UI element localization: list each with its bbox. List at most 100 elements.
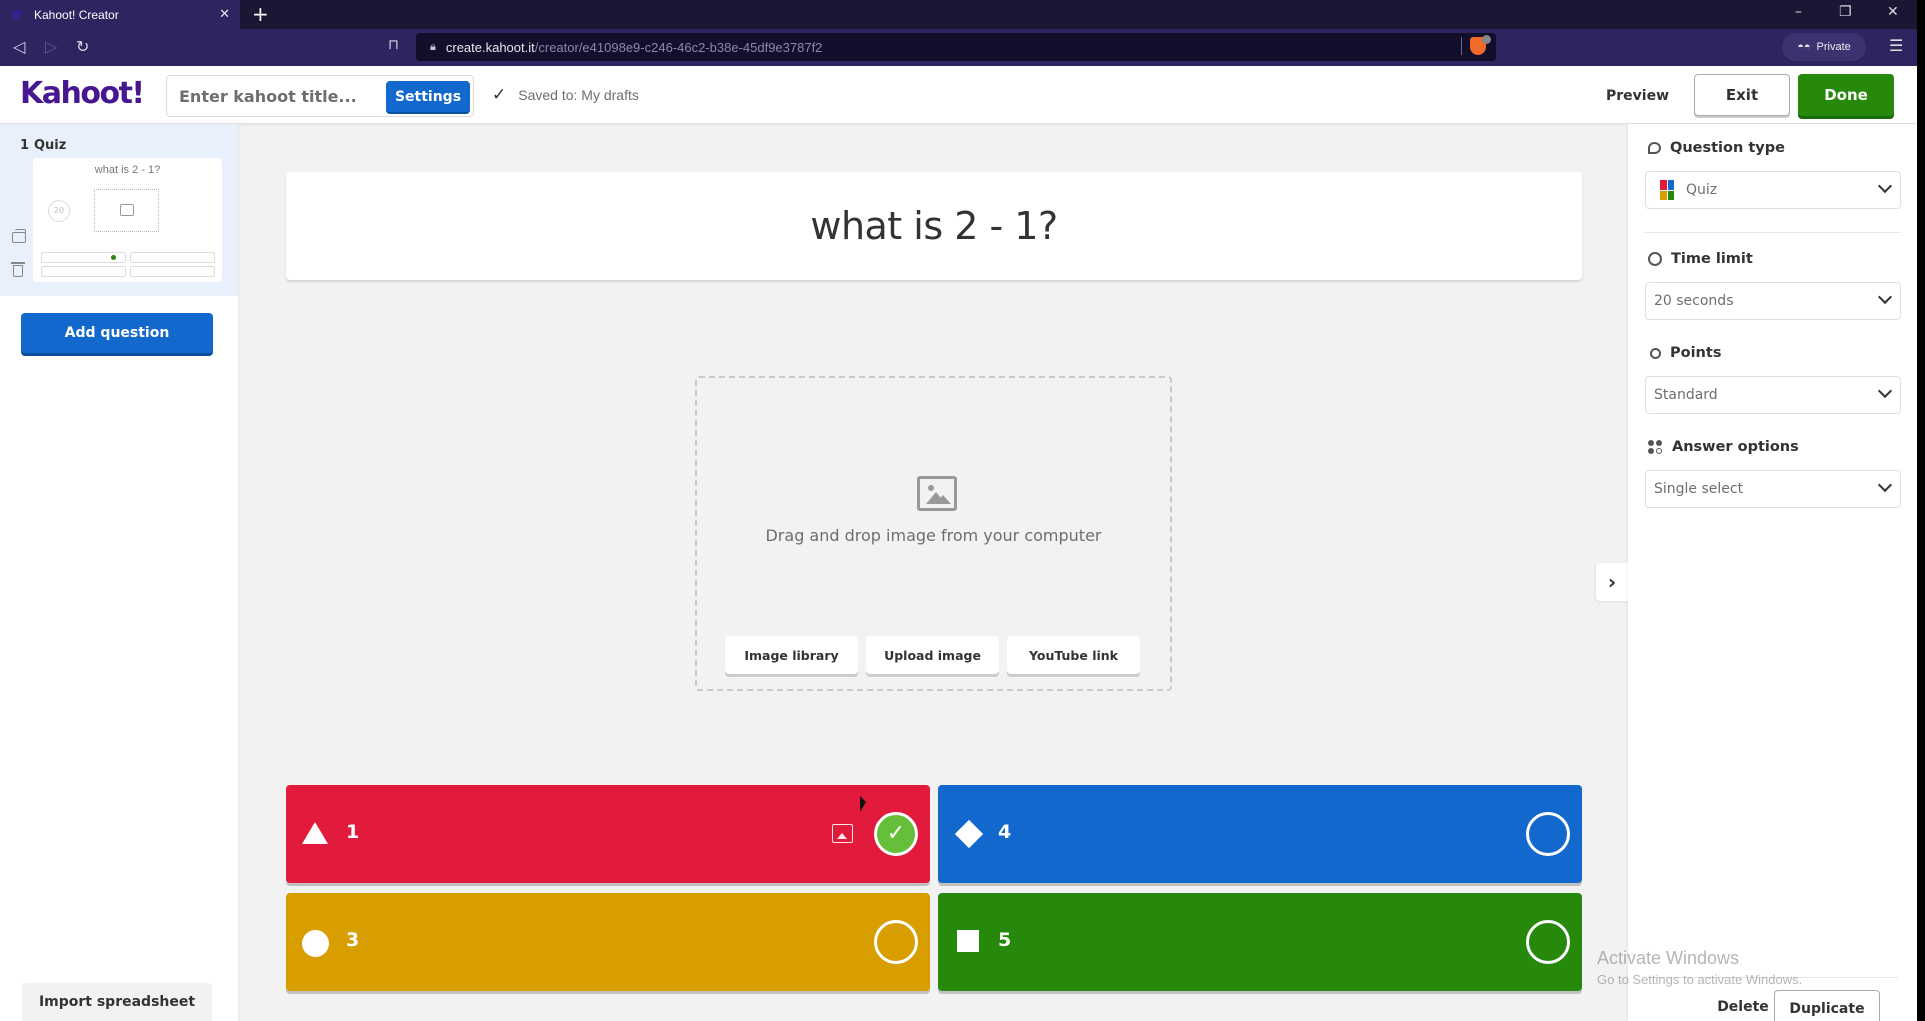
- divider: [1648, 977, 1898, 978]
- correct-answer-toggle[interactable]: ✓: [874, 812, 918, 856]
- label-text: Question type: [1670, 140, 1785, 156]
- selected-value: Single select: [1654, 481, 1744, 497]
- answer-text: 5: [998, 929, 1012, 951]
- shields-badge: [1482, 35, 1491, 44]
- answer-option-4[interactable]: 5: [938, 893, 1582, 991]
- check-icon: ✓: [492, 85, 507, 104]
- youtube-link-button[interactable]: YouTube link: [1007, 636, 1140, 674]
- collapse-panel-button[interactable]: ›: [1596, 563, 1628, 601]
- answer-options-select[interactable]: Single select: [1645, 470, 1901, 508]
- question-input[interactable]: [350, 204, 1518, 248]
- chevron-down-icon: [1877, 477, 1893, 493]
- chevron-down-icon: [1877, 383, 1893, 399]
- forward-icon[interactable]: ▷: [45, 37, 57, 56]
- add-question-button[interactable]: Add question: [21, 313, 213, 353]
- exit-button[interactable]: Exit: [1694, 74, 1790, 116]
- slides-sidebar: 1 Quiz what is 2 - 1? 20 Add question Im…: [0, 124, 238, 1021]
- upload-image-button[interactable]: Upload image: [866, 636, 999, 674]
- answer-text: 1: [346, 821, 360, 843]
- answer-option-2[interactable]: 4: [938, 785, 1582, 883]
- separator: [1461, 37, 1462, 55]
- add-image-icon[interactable]: [832, 824, 853, 843]
- delete-slide-icon[interactable]: [11, 262, 25, 277]
- save-status-text: Saved to: My drafts: [518, 87, 639, 103]
- media-drop-zone[interactable]: Drag and drop image from your computer I…: [695, 376, 1172, 691]
- new-tab-button[interactable]: +: [252, 3, 269, 25]
- url-path: /creator/e41098e9-c246-46c2-b38e-45df9e3…: [534, 39, 823, 55]
- selected-value: Quiz: [1686, 182, 1718, 198]
- bookmark-icon[interactable]: ⊓: [388, 37, 399, 53]
- tab-title: Kahoot! Creator: [34, 7, 119, 22]
- slide-number: 1: [20, 138, 30, 153]
- square-icon: [957, 930, 979, 952]
- thumbnail-media-placeholder: [94, 189, 159, 232]
- clock-icon: [1648, 252, 1662, 266]
- correct-answer-toggle[interactable]: [874, 920, 918, 964]
- question-type-select[interactable]: Quiz: [1645, 171, 1901, 209]
- correct-answer-toggle[interactable]: [1526, 920, 1570, 964]
- settings-button[interactable]: Settings: [386, 81, 470, 112]
- browser-menu-icon[interactable]: ☰: [1889, 36, 1903, 55]
- favicon-icon: [12, 10, 21, 19]
- address-bar[interactable]: 🔒︎ create.kahoot.it /creator/e41098e9-c2…: [416, 33, 1496, 61]
- kahoot-logo[interactable]: Kahoot!: [20, 76, 145, 111]
- slide-item[interactable]: 1 Quiz what is 2 - 1? 20: [0, 124, 238, 296]
- correct-indicator: [111, 255, 116, 260]
- quiz-type-icon: [1660, 180, 1674, 200]
- image-icon: [120, 204, 134, 216]
- done-button[interactable]: Done: [1798, 74, 1894, 116]
- thumbnail-answer: [130, 266, 215, 277]
- triangle-icon: [302, 822, 328, 844]
- label-text: Answer options: [1672, 439, 1799, 455]
- tab-close-icon[interactable]: ✕: [219, 6, 230, 22]
- save-status: ✓ Saved to: My drafts: [492, 85, 639, 105]
- private-window-badge[interactable]: ◓◓ Private: [1782, 33, 1866, 61]
- thumbnail-answer: [130, 252, 215, 263]
- browser-tab-bar: Kahoot! Creator ✕ + – ❐ ✕: [0, 0, 1917, 29]
- selected-value: Standard: [1654, 387, 1718, 403]
- duplicate-slide-icon[interactable]: [12, 229, 26, 243]
- app-header: Kahoot! Settings ✓ Saved to: My drafts P…: [0, 66, 1917, 124]
- title-box: Settings: [166, 75, 474, 117]
- back-icon[interactable]: ◁: [13, 37, 25, 56]
- browser-tab[interactable]: Kahoot! Creator ✕: [0, 0, 240, 29]
- thumbnail-answer: [41, 266, 126, 277]
- screen: Kahoot! Creator ✕ + – ❐ ✕ ◁ ▷ ↻ ⊓ 🔒︎ cre…: [0, 0, 1917, 1021]
- divider: [1645, 232, 1901, 233]
- answer-option-1[interactable]: 1 ✓: [286, 785, 930, 883]
- thumbnail-question: what is 2 - 1?: [94, 164, 161, 176]
- time-limit-select[interactable]: 20 seconds: [1645, 282, 1901, 320]
- thumbnail-timer: 20: [48, 200, 70, 222]
- mouse-cursor: [860, 795, 866, 815]
- lock-icon: 🔒︎: [430, 40, 436, 53]
- reload-icon[interactable]: ↻: [76, 37, 89, 56]
- label-text: Points: [1670, 345, 1722, 361]
- points-label: Points: [1648, 345, 1721, 361]
- chevron-down-icon: [1877, 289, 1893, 305]
- chevron-right-icon: ›: [1607, 570, 1617, 594]
- duplicate-question-button[interactable]: Duplicate: [1774, 990, 1880, 1021]
- slide-thumbnail: what is 2 - 1? 20: [33, 158, 222, 282]
- points-select[interactable]: Standard: [1645, 376, 1901, 414]
- import-spreadsheet-button[interactable]: Import spreadsheet: [22, 983, 212, 1021]
- private-glasses-icon: ◓◓: [1797, 41, 1811, 53]
- time-limit-label: Time limit: [1648, 251, 1753, 267]
- label-text: Time limit: [1671, 251, 1753, 267]
- question-type-icon: [1648, 142, 1661, 154]
- browser-nav-bar: ◁ ▷ ↻ ⊓ 🔒︎ create.kahoot.it /creator/e41…: [0, 29, 1917, 66]
- correct-answer-toggle[interactable]: [1526, 812, 1570, 856]
- thumbnail-answer: [41, 252, 126, 263]
- question-type-label: Question type: [1648, 140, 1785, 156]
- preview-button[interactable]: Preview: [1600, 80, 1675, 112]
- circle-icon: [302, 930, 329, 957]
- image-library-button[interactable]: Image library: [725, 636, 858, 674]
- url-host: create.kahoot.it: [445, 39, 535, 55]
- answer-option-3[interactable]: 3: [286, 893, 930, 991]
- restore-button[interactable]: ❐: [1839, 4, 1852, 20]
- close-window-button[interactable]: ✕: [1887, 4, 1899, 20]
- kahoot-title-input[interactable]: [179, 84, 379, 108]
- answer-text: 3: [346, 929, 360, 951]
- minimize-button[interactable]: –: [1795, 4, 1802, 20]
- private-label: Private: [1816, 41, 1851, 53]
- selected-value: 20 seconds: [1654, 293, 1734, 309]
